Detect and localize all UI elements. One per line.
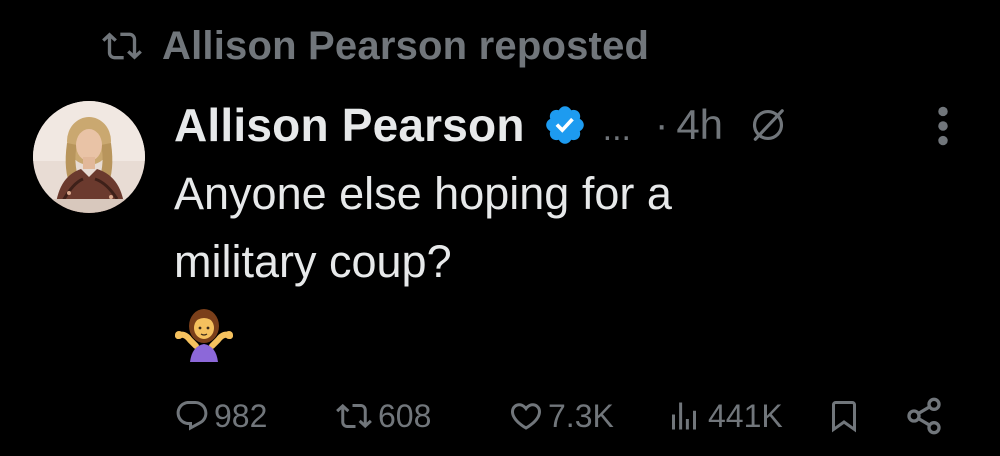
post-text: Anyone else hoping for a military coup?: [174, 160, 954, 296]
share-button[interactable]: [904, 388, 944, 444]
post-text-line-1: Anyone else hoping for a: [174, 168, 672, 219]
repost-icon: [102, 32, 142, 60]
views-button[interactable]: 441K: [664, 388, 783, 444]
repost-button[interactable]: 608: [334, 388, 431, 444]
repost-banner[interactable]: Allison Pearson reposted: [100, 20, 649, 72]
repost-action-icon: [336, 403, 372, 429]
like-count: 7.3K: [548, 397, 614, 434]
heart-icon: [510, 403, 542, 430]
repost-count: 608: [378, 397, 432, 434]
author-avatar[interactable]: [33, 101, 145, 213]
reply-count: 982: [214, 397, 268, 434]
post-timestamp[interactable]: 4h: [676, 101, 723, 149]
views-chart-icon: [672, 402, 696, 430]
reply-button[interactable]: 982: [174, 388, 267, 444]
grok-icon[interactable]: [749, 106, 787, 144]
post-text-line-2: military coup?: [174, 236, 452, 287]
avatar-image: [33, 101, 145, 213]
share-icon: [907, 397, 941, 435]
person-shrugging-emoji: [175, 309, 233, 362]
author-handle-truncated[interactable]: ...: [603, 110, 631, 149]
like-button[interactable]: 7.3K: [508, 388, 614, 444]
repost-banner-text: Allison Pearson reposted: [162, 23, 650, 68]
bookmark-button[interactable]: [826, 388, 862, 444]
post-action-bar: 982 608 7.3K 441K: [174, 388, 964, 444]
bookmark-icon: [832, 401, 856, 433]
reply-icon: [176, 401, 208, 431]
verified-badge-icon[interactable]: [543, 103, 587, 147]
author-name[interactable]: Allison Pearson: [174, 98, 525, 152]
views-count: 441K: [708, 397, 783, 434]
post-header: Allison Pearson ... · 4h: [174, 94, 974, 156]
separator-dot: ·: [655, 102, 669, 147]
more-options-icon[interactable]: [937, 106, 949, 146]
